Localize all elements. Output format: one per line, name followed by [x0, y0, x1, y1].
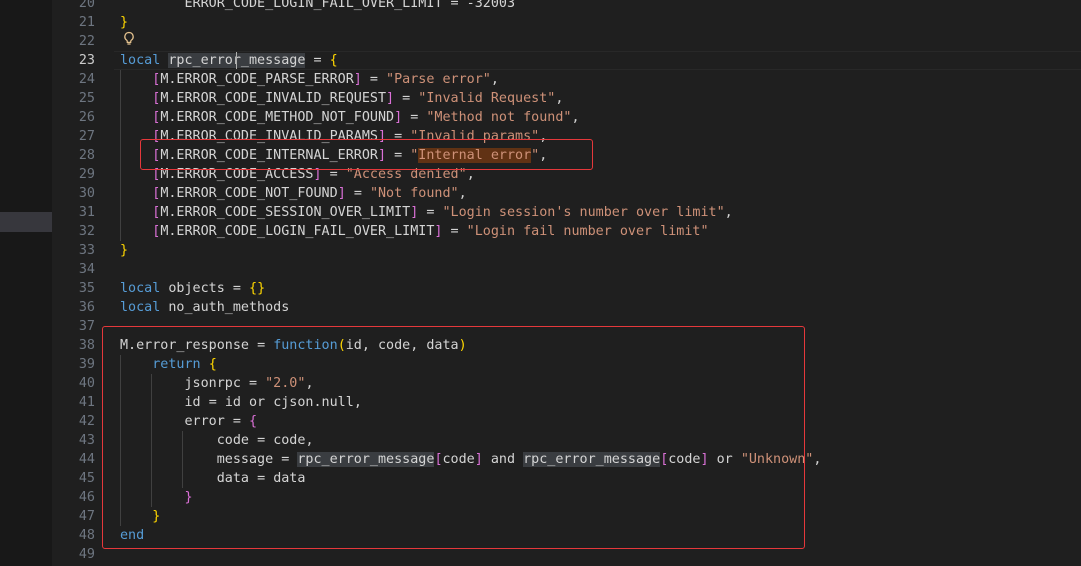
- line-number: 39: [78, 357, 95, 372]
- line-number: 48: [78, 528, 95, 543]
- text-cursor: [235, 52, 237, 69]
- side-panel: [0, 0, 52, 566]
- line-number: 21: [78, 15, 95, 30]
- code-line[interactable]: 34: [52, 260, 1081, 279]
- indent-guide: [120, 70, 121, 241]
- code-text: [M.ERROR_CODE_SESSION_OVER_LIMIT] = "Log…: [152, 205, 733, 220]
- line-number: 25: [78, 91, 95, 106]
- line-number: 22: [78, 34, 95, 49]
- line-number: 43: [78, 433, 95, 448]
- line-number: 36: [78, 300, 95, 315]
- line-number: 47: [78, 509, 95, 524]
- code-line[interactable]: 30 [M.ERROR_CODE_NOT_FOUND] = "Not found…: [52, 184, 1081, 203]
- line-number: 32: [78, 224, 95, 239]
- line-number: 28: [78, 148, 95, 163]
- line-number: 30: [78, 186, 95, 201]
- code-text: [M.ERROR_CODE_PARSE_ERROR] = "Parse erro…: [152, 72, 499, 87]
- code-line[interactable]: 33}: [52, 241, 1081, 260]
- line-number: 49: [78, 547, 95, 562]
- code-editor[interactable]: 20 ERROR_CODE_LOGIN_FAIL_OVER_LIMIT = -3…: [52, 0, 1081, 566]
- line-number: 40: [78, 376, 95, 391]
- line-number: 20: [78, 0, 95, 11]
- line-number: 45: [78, 471, 95, 486]
- annotation-box-error-response: [102, 326, 805, 549]
- code-text: }: [120, 15, 129, 30]
- line-number: 44: [78, 452, 95, 467]
- code-text: }: [120, 243, 129, 258]
- code-line[interactable]: 23 local rpc_error_message = {: [52, 51, 1081, 70]
- code-text: local rpc_error_message = {: [120, 53, 338, 68]
- code-text: local objects = {}: [120, 281, 266, 296]
- code-line[interactable]: 24 [M.ERROR_CODE_PARSE_ERROR] = "Parse e…: [52, 70, 1081, 89]
- line-number: 31: [78, 205, 95, 220]
- line-number: 23: [78, 53, 95, 68]
- line-number: 38: [78, 338, 95, 353]
- line-number: 24: [78, 72, 95, 87]
- line-number: 26: [78, 110, 95, 125]
- code-text: [M.ERROR_CODE_NOT_FOUND] = "Not found",: [152, 186, 467, 201]
- code-line[interactable]: 31 [M.ERROR_CODE_SESSION_OVER_LIMIT] = "…: [52, 203, 1081, 222]
- code-text: [M.ERROR_CODE_LOGIN_FAIL_OVER_LIMIT] = "…: [152, 224, 709, 239]
- side-panel-selected-item[interactable]: [0, 212, 52, 232]
- code-text: ERROR_CODE_LOGIN_FAIL_OVER_LIMIT = -3200…: [184, 0, 516, 11]
- annotation-box-internal-error: [140, 139, 593, 170]
- line-number: 35: [78, 281, 95, 296]
- code-line[interactable]: 35 local objects = {}: [52, 279, 1081, 298]
- line-number: 42: [78, 414, 95, 429]
- line-number: 46: [78, 490, 95, 505]
- code-line[interactable]: 20 ERROR_CODE_LOGIN_FAIL_OVER_LIMIT = -3…: [52, 0, 1081, 13]
- code-text: local no_auth_methods: [120, 300, 290, 315]
- code-text: [M.ERROR_CODE_METHOD_NOT_FOUND] = "Metho…: [152, 110, 580, 125]
- code-line[interactable]: 26 [M.ERROR_CODE_METHOD_NOT_FOUND] = "Me…: [52, 108, 1081, 127]
- line-number: 29: [78, 167, 95, 182]
- code-line[interactable]: 25 [M.ERROR_CODE_INVALID_REQUEST] = "Inv…: [52, 89, 1081, 108]
- code-line[interactable]: 22: [52, 32, 1081, 51]
- line-number: 27: [78, 129, 95, 144]
- line-number: 33: [78, 243, 95, 258]
- code-line[interactable]: 36 local no_auth_methods: [52, 298, 1081, 317]
- code-line[interactable]: 32 [M.ERROR_CODE_LOGIN_FAIL_OVER_LIMIT] …: [52, 222, 1081, 241]
- code-text: [M.ERROR_CODE_INVALID_REQUEST] = "Invali…: [152, 91, 564, 106]
- line-number: 37: [78, 319, 95, 334]
- code-line[interactable]: 21}: [52, 13, 1081, 32]
- line-number: 41: [78, 395, 95, 410]
- line-number: 34: [78, 262, 95, 277]
